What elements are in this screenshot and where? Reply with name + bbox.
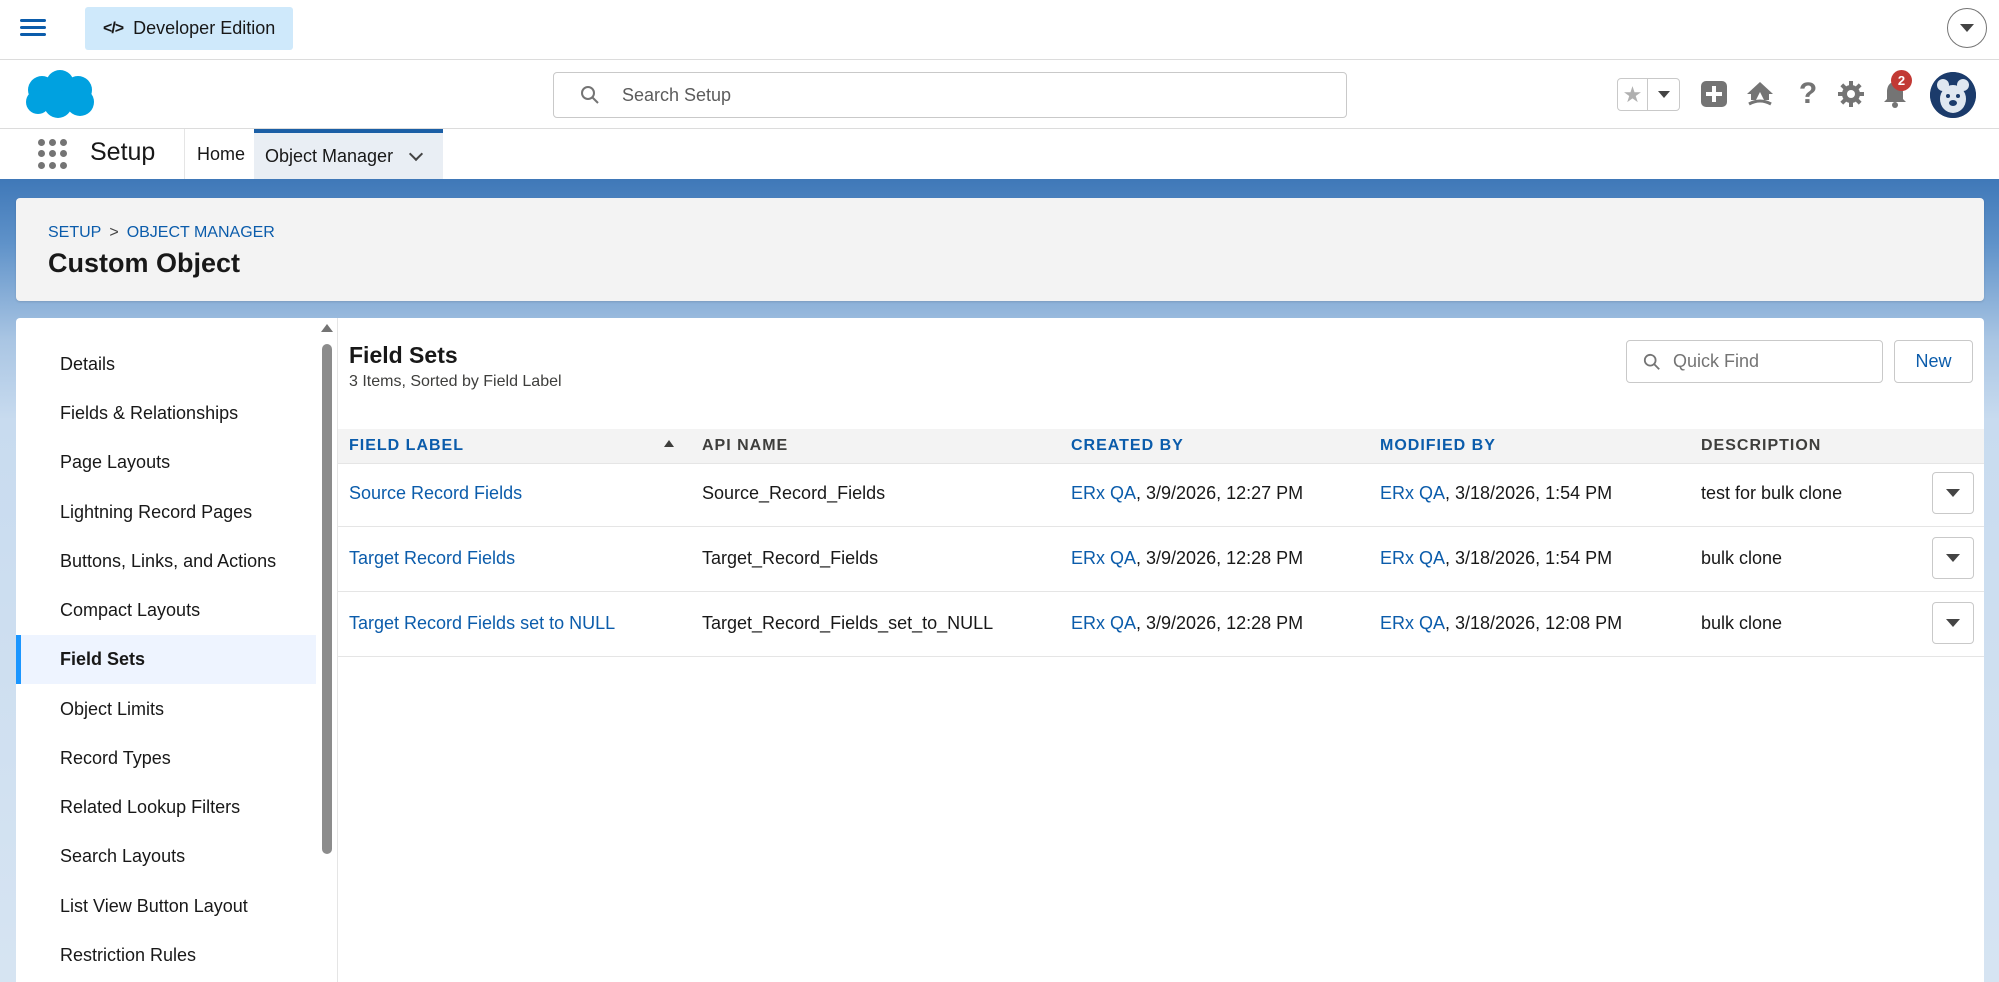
favorites-button[interactable]: ★ (1617, 78, 1680, 111)
sidebar-item-page-layouts[interactable]: Page Layouts (16, 438, 316, 487)
top-strip (0, 0, 1999, 60)
created-date: , 3/9/2026, 12:28 PM (1136, 548, 1304, 568)
description-cell: test for bulk clone (1701, 483, 1843, 503)
search-placeholder: Search Setup (622, 84, 732, 105)
column-header-api-name: API NAME (702, 437, 789, 454)
app-name: Setup (90, 138, 156, 166)
chevron-down-icon (1946, 619, 1960, 627)
column-header-created-by[interactable]: CREATED BY (1071, 437, 1184, 455)
tab-object-manager[interactable]: Object Manager (254, 129, 443, 179)
created-by-cell: ERx QA, 3/9/2026, 12:28 PM (1071, 613, 1303, 634)
modified-by-cell: ERx QA, 3/18/2026, 12:08 PM (1380, 613, 1622, 634)
column-header-modified-by[interactable]: MODIFIED BY (1380, 437, 1496, 455)
tab-object-manager-label: Object Manager (265, 145, 394, 166)
description-cell: bulk clone (1701, 548, 1783, 568)
content-title: Field Sets (349, 342, 458, 368)
menu-icon[interactable] (20, 16, 46, 42)
sidebar-item-compact-layouts[interactable]: Compact Layouts (16, 586, 316, 635)
sidebar-item-related-lookup-filters[interactable]: Related Lookup Filters (16, 783, 316, 832)
page-title: Custom Object (48, 248, 241, 278)
sidebar-item-restriction-rules[interactable]: Restriction Rules (16, 931, 316, 980)
app-launcher-icon[interactable] (38, 139, 68, 169)
modified-date: , 3/18/2026, 1:54 PM (1445, 483, 1613, 503)
created-by-user-link[interactable]: ERx QA (1071, 483, 1136, 503)
search-icon (1643, 353, 1660, 370)
breadcrumb-separator: > (109, 224, 119, 241)
chevron-down-icon (1960, 24, 1974, 32)
created-by-cell: ERx QA, 3/9/2026, 12:27 PM (1071, 483, 1303, 504)
chevron-down-icon (1657, 91, 1670, 98)
api-name-cell: Source_Record_Fields (702, 483, 886, 503)
column-header-field-label[interactable]: FIELD LABEL (349, 437, 464, 455)
edition-label: Developer Edition (133, 18, 276, 38)
chevron-down-icon[interactable] (409, 146, 424, 161)
modified-date: , 3/18/2026, 1:54 PM (1445, 548, 1613, 568)
help-icon[interactable]: ? (1791, 77, 1825, 111)
search-setup-input[interactable]: Search Setup (553, 72, 1347, 118)
modified-by-cell: ERx QA, 3/18/2026, 1:54 PM (1380, 548, 1612, 569)
created-by-user-link[interactable]: ERx QA (1071, 548, 1136, 568)
quick-find-input[interactable]: Quick Find (1626, 340, 1883, 383)
description-cell: bulk clone (1701, 613, 1783, 633)
top-menu-dropdown[interactable] (1947, 8, 1987, 48)
field-set-link[interactable]: Source Record Fields (349, 483, 522, 503)
code-icon: </> (103, 19, 124, 37)
sidebar-item-list-view-button-layout[interactable]: List View Button Layout (16, 882, 316, 931)
sidebar: Details Fields & Relationships Page Layo… (16, 318, 316, 982)
modified-by-user-link[interactable]: ERx QA (1380, 548, 1445, 568)
chevron-down-icon (1946, 554, 1960, 562)
favorites-dropdown[interactable] (1648, 79, 1679, 110)
chevron-down-icon (1946, 489, 1960, 497)
scrollbar-thumb[interactable] (322, 344, 332, 854)
field-set-link[interactable]: Target Record Fields (349, 548, 515, 568)
sidebar-scrollbar[interactable] (320, 320, 334, 982)
notification-count-badge: 2 (1891, 70, 1912, 91)
created-by-cell: ERx QA, 3/9/2026, 12:28 PM (1071, 548, 1303, 569)
avatar[interactable] (1930, 72, 1976, 118)
new-button[interactable]: New (1894, 340, 1973, 383)
sidebar-item-fields-relationships[interactable]: Fields & Relationships (16, 389, 316, 438)
sidebar-item-lightning-record-pages[interactable]: Lightning Record Pages (16, 488, 316, 537)
modified-by-user-link[interactable]: ERx QA (1380, 483, 1445, 503)
sidebar-item-details[interactable]: Details (16, 340, 316, 389)
sidebar-item-field-sets[interactable]: Field Sets (16, 635, 316, 684)
field-set-link[interactable]: Target Record Fields set to NULL (349, 613, 615, 633)
column-header-description: DESCRIPTION (1701, 437, 1822, 454)
modified-date: , 3/18/2026, 12:08 PM (1445, 613, 1623, 633)
row-actions-button[interactable] (1932, 537, 1974, 579)
modified-by-cell: ERx QA, 3/18/2026, 1:54 PM (1380, 483, 1612, 504)
trailhead-icon[interactable] (1743, 77, 1777, 111)
quick-find-placeholder: Quick Find (1673, 351, 1760, 371)
sort-ascending-icon[interactable] (664, 440, 674, 447)
page-header (16, 198, 1984, 301)
search-icon (581, 86, 599, 104)
row-actions-button[interactable] (1932, 472, 1974, 514)
sidebar-item-buttons-links-actions[interactable]: Buttons, Links, and Actions (16, 537, 316, 586)
developer-edition-badge[interactable]: </> Developer Edition (85, 7, 294, 50)
salesforce-logo[interactable] (20, 66, 100, 122)
breadcrumb-object-manager[interactable]: OBJECT MANAGER (127, 224, 275, 242)
sidebar-item-search-layouts[interactable]: Search Layouts (16, 832, 316, 881)
content-subtitle: 3 Items, Sorted by Field Label (349, 373, 562, 390)
created-date: , 3/9/2026, 12:28 PM (1136, 613, 1304, 633)
tab-home-label: Home (197, 143, 246, 164)
api-name-cell: Target_Record_Fields_set_to_NULL (702, 613, 994, 633)
modified-by-user-link[interactable]: ERx QA (1380, 613, 1445, 633)
row-actions-button[interactable] (1932, 602, 1974, 644)
star-icon[interactable]: ★ (1618, 79, 1648, 110)
sidebar-item-record-types[interactable]: Record Types (16, 734, 316, 783)
breadcrumb-setup[interactable]: SETUP (48, 224, 101, 242)
add-icon[interactable] (1697, 77, 1731, 111)
created-by-user-link[interactable]: ERx QA (1071, 613, 1136, 633)
scroll-up-icon[interactable] (321, 324, 333, 332)
breadcrumb: SETUP > OBJECT MANAGER (48, 224, 275, 242)
gear-icon[interactable] (1834, 77, 1868, 111)
api-name-cell: Target_Record_Fields (702, 548, 879, 568)
sidebar-item-object-limits[interactable]: Object Limits (16, 685, 316, 734)
created-date: , 3/9/2026, 12:27 PM (1136, 483, 1304, 503)
tab-home[interactable]: Home (184, 129, 257, 179)
